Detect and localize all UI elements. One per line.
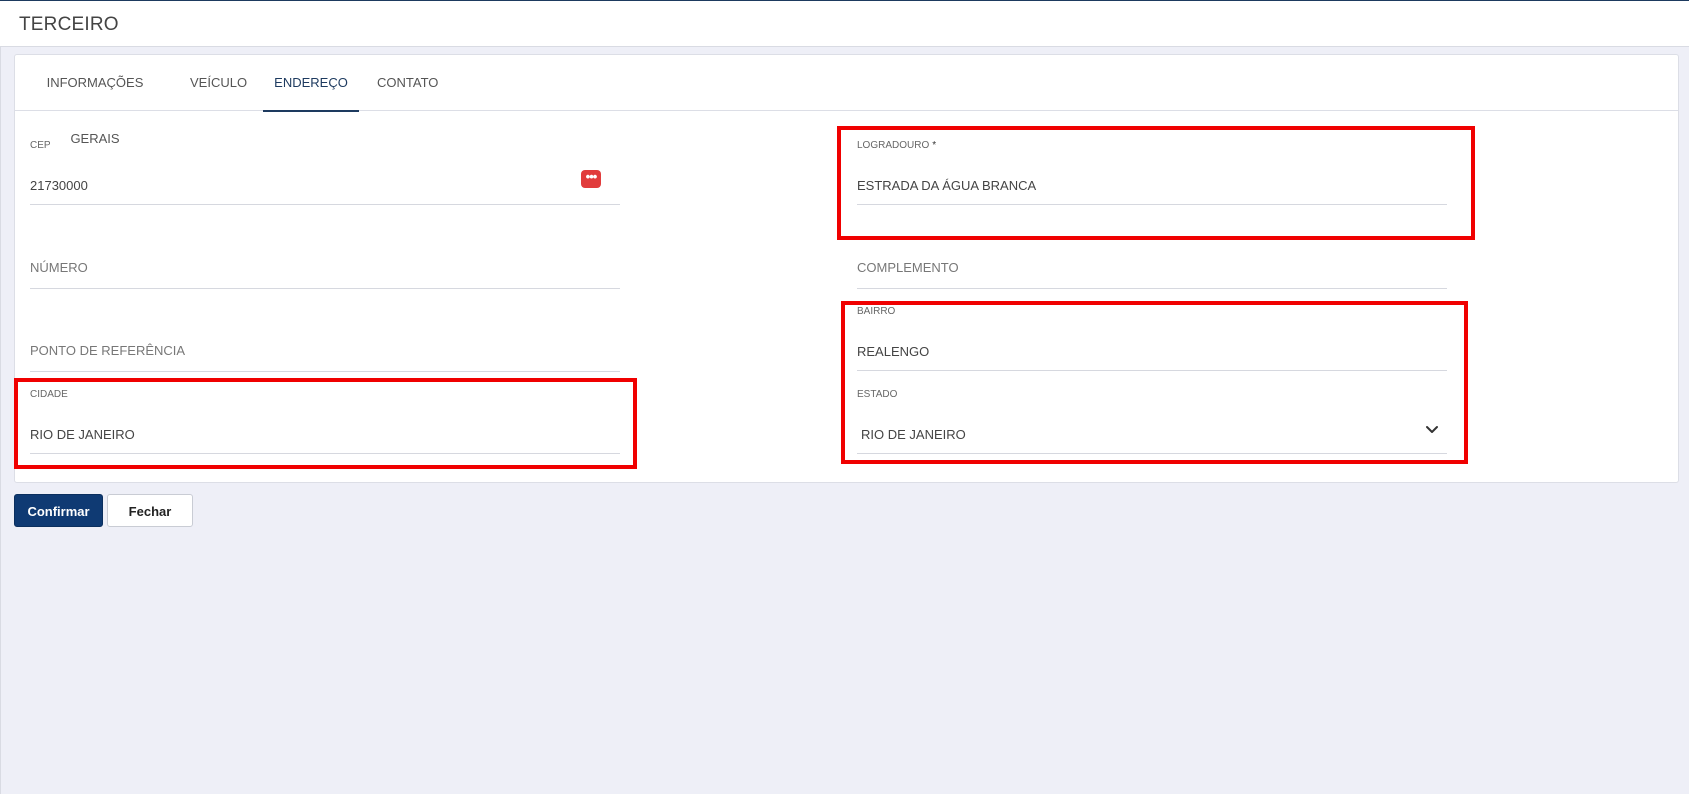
logradouro-label: LOGRADOURO * (857, 140, 936, 151)
close-button[interactable]: Fechar (107, 494, 193, 527)
page-left-edge (0, 47, 1, 794)
numero-field[interactable]: NÚMERO (30, 258, 620, 290)
tab-informacoes-gerais[interactable]: INFORMAÇÕES GERAIS (33, 55, 157, 146)
cep-search-button[interactable]: ••• (581, 170, 601, 188)
cidade-field[interactable]: CIDADE RIO DE JANEIRO (30, 387, 620, 455)
chevron-down-icon[interactable] (1424, 421, 1440, 437)
logradouro-field[interactable]: LOGRADOURO * ESTRADA DA ÁGUA BRANCA (857, 138, 1447, 206)
estado-label: ESTADO (857, 389, 898, 400)
numero-underline (30, 288, 620, 289)
ponto-referencia-field[interactable]: PONTO DE REFERÊNCIA (30, 341, 620, 373)
cep-label: CEP (30, 140, 51, 151)
bairro-label: BAIRRO (857, 306, 896, 317)
page-title: TERCEIRO (19, 14, 119, 35)
estado-selected-value[interactable]: RIO DE JANEIRO (861, 427, 966, 442)
cidade-label: CIDADE (30, 389, 68, 400)
tab-veiculo[interactable]: VEÍCULO (190, 55, 247, 111)
page-header: TERCEIRO (0, 0, 1689, 47)
tab-bar: INFORMAÇÕES GERAIS VEÍCULO ENDEREÇO CONT… (15, 55, 1678, 146)
logradouro-underline (857, 204, 1447, 205)
tab-contato[interactable]: CONTATO (377, 55, 438, 111)
numero-input[interactable]: NÚMERO (30, 260, 88, 275)
bairro-underline (857, 370, 1447, 371)
cep-field[interactable]: CEP 21730000 (30, 138, 620, 206)
ellipsis-icon: ••• (585, 169, 598, 184)
ponto-referencia-input[interactable]: PONTO DE REFERÊNCIA (30, 343, 185, 358)
logradouro-input[interactable]: ESTRADA DA ÁGUA BRANCA (857, 178, 1036, 193)
estado-underline (857, 453, 1447, 454)
estado-select[interactable]: ESTADO RIO DE JANEIRO (857, 387, 1447, 455)
cidade-input[interactable]: RIO DE JANEIRO (30, 427, 135, 442)
required-mark: * (932, 140, 937, 151)
bairro-field[interactable]: BAIRRO REALENGO (857, 304, 1447, 372)
complemento-field[interactable]: COMPLEMENTO (857, 258, 1447, 290)
cep-input[interactable]: 21730000 (30, 178, 88, 193)
ponto-referencia-underline (30, 371, 620, 372)
logradouro-label-text: LOGRADOURO (857, 140, 930, 151)
cidade-underline (30, 453, 620, 454)
bairro-input[interactable]: REALENGO (857, 344, 929, 359)
cep-underline (30, 204, 620, 205)
confirm-button[interactable]: Confirmar (14, 494, 103, 527)
tab-endereco[interactable]: ENDEREÇO (263, 55, 359, 112)
complemento-underline (857, 288, 1447, 289)
complemento-input[interactable]: COMPLEMENTO (857, 260, 959, 275)
